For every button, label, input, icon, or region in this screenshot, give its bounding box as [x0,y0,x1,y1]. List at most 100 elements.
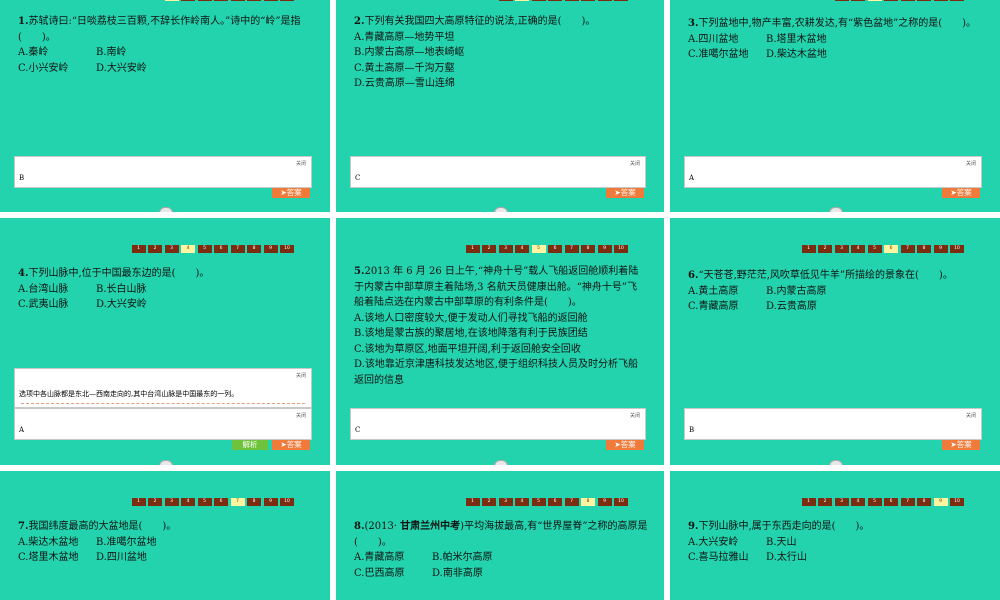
page-3-button[interactable] [197,0,212,1]
page-1-button[interactable]: 1 [801,498,816,506]
page-10-button[interactable]: 10 [614,245,628,253]
close-button[interactable]: 关闭 [966,412,976,419]
page-4-button[interactable]: 4 [851,245,865,253]
page-3-button[interactable] [531,0,546,1]
page-6-button[interactable]: 6 [548,498,562,506]
page-nav[interactable] [834,0,964,1]
option-d[interactable]: D.四川盆地 [96,550,316,566]
page-2-button[interactable] [515,0,529,1]
page-10-button[interactable]: 10 [614,498,628,506]
option-a[interactable]: A.黄土高原 [688,284,766,300]
page-7-button[interactable]: 7 [900,498,915,506]
page-6-button[interactable]: 6 [214,245,228,253]
close-button[interactable]: 关闭 [630,412,640,419]
page-8-button[interactable]: 8 [581,498,595,506]
answer-button[interactable]: ➤答案 [272,188,310,198]
page-6-button[interactable]: 6 [884,245,898,253]
page-9-button[interactable]: 9 [263,245,278,253]
option-c[interactable]: C.武夷山脉 [18,297,96,313]
page-nav[interactable]: 1 2 3 4 5 6 7 8 9 10 [465,245,628,253]
page-6-button[interactable] [917,0,931,1]
page-nav[interactable]: 1 2 3 4 5 6 7 8 9 10 [465,498,628,506]
page-6-button[interactable] [247,0,261,1]
page-7-button[interactable] [263,0,278,1]
page-2-button[interactable] [851,0,865,1]
scroll-tab[interactable] [159,460,173,465]
page-4-button[interactable]: 4 [515,245,529,253]
page-1-button[interactable] [164,0,179,1]
option-c[interactable]: C.该地为草原区,地面平坦开阔,利于返回舱安全回收 [354,342,646,358]
page-1-button[interactable]: 1 [131,498,146,506]
page-9-button[interactable]: 9 [933,498,948,506]
page-9-button[interactable]: 9 [597,498,612,506]
option-a[interactable]: A.秦岭 [18,45,96,61]
scroll-tab[interactable] [829,460,843,465]
page-3-button[interactable]: 3 [498,498,513,506]
option-c[interactable]: C.小兴安岭 [18,61,96,77]
page-7-button[interactable] [597,0,612,1]
page-3-button[interactable]: 3 [164,245,179,253]
answer-button[interactable]: ➤答案 [272,440,310,450]
option-a[interactable]: A.四川盆地 [688,32,766,48]
option-c[interactable]: C.塔里木盆地 [18,550,96,566]
answer-button[interactable]: ➤答案 [942,188,980,198]
page-8-button[interactable]: 8 [917,245,931,253]
page-nav[interactable] [164,0,294,1]
page-9-button[interactable]: 9 [263,498,278,506]
option-b[interactable]: B.内蒙古高原 [766,284,986,300]
answer-button[interactable]: ➤答案 [606,188,644,198]
answer-button[interactable]: ➤答案 [606,440,644,450]
page-5-button[interactable]: 5 [531,498,546,506]
page-2-button[interactable]: 2 [482,498,496,506]
page-3-button[interactable]: 3 [164,498,179,506]
option-d[interactable]: D.云贵高原 [766,299,986,315]
option-c[interactable]: C.巴西高原 [354,566,432,582]
page-10-button[interactable]: 10 [280,245,294,253]
option-a[interactable]: A.大兴安岭 [688,535,766,551]
option-c[interactable]: C.喜马拉雅山 [688,550,766,566]
page-2-button[interactable]: 2 [148,498,162,506]
page-8-button[interactable]: 8 [917,498,931,506]
explain-button[interactable]: 解析 [232,440,268,450]
close-button[interactable]: 关闭 [296,412,306,419]
page-1-button[interactable]: 1 [801,245,816,253]
page-7-button[interactable]: 7 [564,245,579,253]
scroll-tab[interactable] [159,207,173,212]
page-10-button[interactable]: 10 [280,498,294,506]
page-10-button[interactable]: 10 [950,498,964,506]
page-3-button[interactable]: 3 [834,498,849,506]
page-6-button[interactable] [581,0,595,1]
page-6-button[interactable]: 6 [884,498,898,506]
page-3-button[interactable]: 3 [498,245,513,253]
option-b[interactable]: B.帕米尔高原 [432,550,650,566]
page-10-button[interactable]: 10 [950,245,964,253]
page-5-button[interactable]: 5 [197,498,212,506]
page-nav[interactable]: 1 2 3 4 5 6 7 8 9 10 [801,498,964,506]
page-6-button[interactable]: 6 [214,498,228,506]
option-a[interactable]: A.台湾山脉 [18,282,96,298]
option-b[interactable]: B.内蒙古高原—地表崎岖 [354,45,650,61]
page-8-button[interactable]: 8 [247,245,261,253]
page-1-button[interactable]: 1 [465,245,480,253]
page-2-button[interactable]: 2 [148,245,162,253]
option-b[interactable]: B.该地是蒙古族的聚居地,在该地降落有利于民族团结 [354,326,646,342]
page-7-button[interactable]: 7 [564,498,579,506]
page-5-button[interactable] [230,0,245,1]
answer-button[interactable]: ➤答案 [942,440,980,450]
option-b[interactable]: B.准噶尔盆地 [96,535,316,551]
option-d[interactable]: D.云贵高原—雪山连绵 [354,76,650,92]
option-b[interactable]: B.南岭 [96,45,316,61]
page-8-button[interactable] [280,0,294,1]
page-2-button[interactable]: 2 [818,498,832,506]
option-a[interactable]: A.青藏高原—地势平坦 [354,30,650,46]
page-7-button[interactable]: 7 [230,245,245,253]
option-a[interactable]: A.青藏高原 [354,550,432,566]
option-c[interactable]: C.准噶尔盆地 [688,47,766,63]
page-3-button[interactable]: 3 [834,245,849,253]
page-3-button[interactable] [867,0,882,1]
page-2-button[interactable]: 2 [482,245,496,253]
option-d[interactable]: D.柴达木盆地 [766,47,986,63]
option-d[interactable]: D.大兴安岭 [96,297,316,313]
option-a[interactable]: A.该地人口密度较大,便于发动人们寻找飞船的返回舱 [354,311,646,327]
scroll-tab[interactable] [829,207,843,212]
